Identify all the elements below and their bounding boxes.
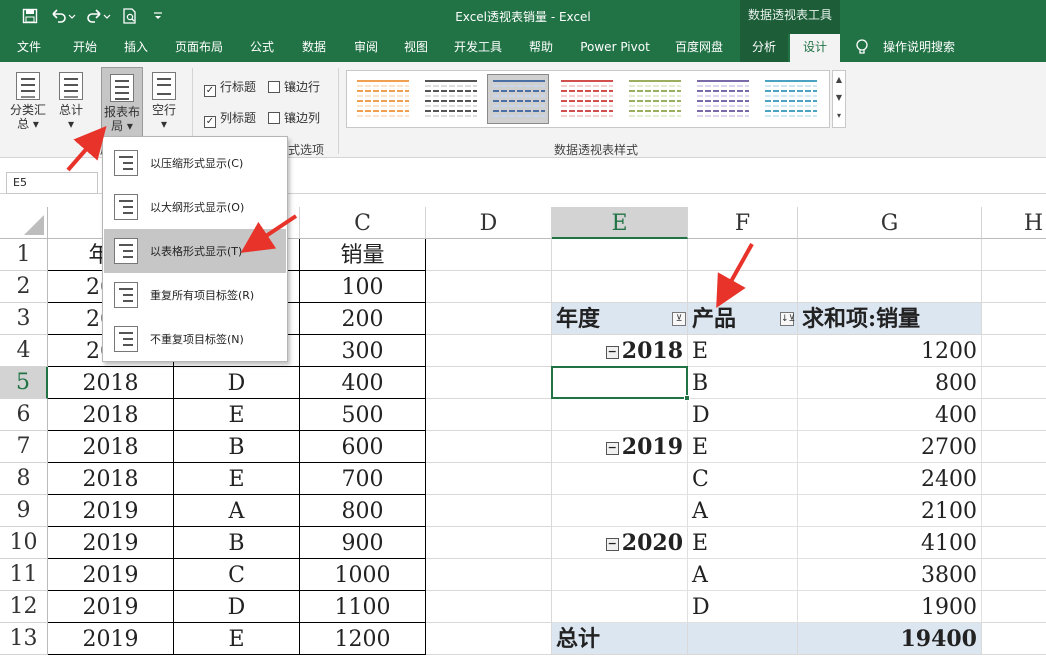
- red-arrow-icon: [716, 243, 754, 308]
- annotation-arrows: [66, 125, 754, 308]
- red-arrow-icon: [240, 214, 298, 253]
- red-arrow-icon: [66, 125, 107, 172]
